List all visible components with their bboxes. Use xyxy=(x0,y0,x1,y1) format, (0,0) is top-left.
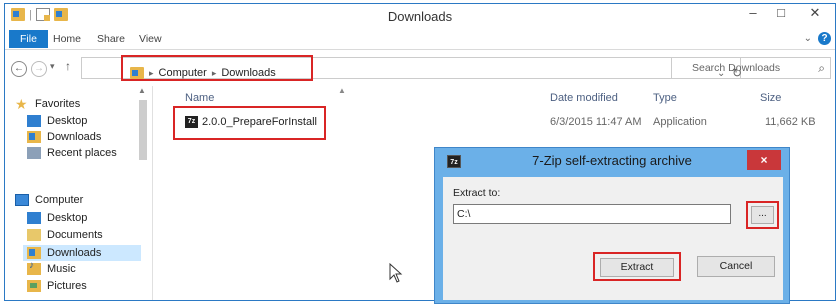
tab-file[interactable]: File xyxy=(9,30,48,48)
window-title: Downloads xyxy=(387,9,453,24)
nav-label: Music xyxy=(47,263,76,275)
search-icon[interactable]: ⌕ xyxy=(818,61,825,76)
mouse-cursor-icon xyxy=(389,263,403,283)
desktop-icon xyxy=(27,212,41,224)
nav-label: Desktop xyxy=(47,212,88,224)
file-highlight-box xyxy=(173,106,326,140)
nav-item-pictures[interactable]: Pictures xyxy=(27,280,87,292)
sevenzip-dialog: 7z 7-Zip self-extracting archive × Extra… xyxy=(434,147,790,304)
dialog-title: 7-Zip self-extracting archive xyxy=(532,153,692,168)
cancel-button[interactable]: Cancel xyxy=(697,256,775,277)
downloads-icon xyxy=(27,131,41,143)
forward-button[interactable]: → xyxy=(31,61,47,77)
recent-locations-icon[interactable]: ▾ xyxy=(50,61,55,72)
nav-item-recent-places[interactable]: Recent places xyxy=(27,147,117,159)
pictures-icon xyxy=(27,280,41,292)
nav-item-desktop[interactable]: Desktop xyxy=(27,115,87,127)
nav-item-downloads-selected[interactable]: Downloads xyxy=(23,245,141,261)
dialog-body: Extract to: C:\ ... Extract Cancel xyxy=(443,177,783,300)
computer-icon xyxy=(15,194,29,206)
browse-button[interactable]: ... xyxy=(751,206,774,224)
nav-item-downloads[interactable]: Downloads xyxy=(27,131,101,143)
nav-item-music[interactable]: Music xyxy=(27,260,76,275)
address-row: ← → ▾ ↑ ▸ Computer ▸ Downloads ⌄ ↻ Searc… xyxy=(5,52,835,84)
tab-home[interactable]: Home xyxy=(45,30,89,48)
column-size[interactable]: Size xyxy=(760,92,781,104)
title-bar: | Downloads – □ ✕ xyxy=(5,4,835,28)
extract-button[interactable]: Extract xyxy=(600,258,674,277)
navigation-pane: ▲ ★ Favorites Desktop Downloads Recent p… xyxy=(5,86,153,300)
minimize-button[interactable]: – xyxy=(739,4,767,24)
desktop-icon xyxy=(27,115,41,127)
nav-label: Downloads xyxy=(47,131,102,143)
column-type[interactable]: Type xyxy=(653,92,677,104)
nav-label: Favorites xyxy=(35,98,81,110)
close-button[interactable]: ✕ xyxy=(795,4,835,24)
dialog-title-bar[interactable]: 7z 7-Zip self-extracting archive × xyxy=(435,148,789,174)
downloads-icon xyxy=(27,247,41,259)
extract-to-label: Extract to: xyxy=(453,187,501,199)
back-button[interactable]: ← xyxy=(11,61,27,77)
recent-places-icon xyxy=(27,147,41,159)
star-icon: ★ xyxy=(15,96,28,112)
nav-label: Downloads xyxy=(47,247,102,259)
up-button[interactable]: ↑ xyxy=(65,59,71,73)
file-date-modified: 6/3/2015 11:47 AM xyxy=(550,116,642,128)
nav-computer[interactable]: Computer xyxy=(15,194,83,206)
dialog-close-button[interactable]: × xyxy=(747,150,781,170)
address-highlight-box xyxy=(121,55,313,81)
help-icon[interactable]: ? xyxy=(818,32,831,45)
nav-label: Desktop xyxy=(47,115,88,127)
nav-label: Computer xyxy=(35,194,84,206)
nav-label: Pictures xyxy=(47,280,87,292)
expand-ribbon-icon[interactable]: ⌄ xyxy=(804,33,812,44)
tab-view[interactable]: View xyxy=(131,30,170,48)
column-date-modified[interactable]: Date modified xyxy=(550,92,618,104)
search-box[interactable]: Search Downloads ⌕ xyxy=(671,57,831,79)
ribbon-controls: ⌄ ? xyxy=(804,32,831,45)
ribbon: File Home Share View ⌄ ? xyxy=(5,28,835,50)
nav-label: Documents xyxy=(47,229,103,241)
maximize-button[interactable]: □ xyxy=(767,4,795,24)
browse-highlight-box: ... xyxy=(746,201,779,229)
nav-label: Recent places xyxy=(47,147,117,159)
column-name[interactable]: Name xyxy=(185,92,214,104)
nav-item-desktop[interactable]: Desktop xyxy=(27,212,87,224)
tab-share[interactable]: Share xyxy=(89,30,133,48)
file-size: 11,662 KB xyxy=(765,116,816,128)
extract-highlight-box: Extract xyxy=(593,252,681,281)
extract-path-input[interactable]: C:\ xyxy=(453,204,731,224)
sort-ascending-icon: ▲ xyxy=(338,86,346,95)
nav-scrollbar[interactable] xyxy=(139,100,147,160)
music-icon xyxy=(27,260,41,275)
documents-icon xyxy=(27,229,41,241)
file-type: Application xyxy=(653,116,707,128)
scroll-up-icon[interactable]: ▲ xyxy=(138,86,146,95)
search-placeholder: Search Downloads xyxy=(692,62,781,74)
nav-favorites[interactable]: ★ Favorites xyxy=(15,96,81,112)
window-controls: – □ ✕ xyxy=(739,4,835,24)
nav-item-documents[interactable]: Documents xyxy=(27,229,103,241)
